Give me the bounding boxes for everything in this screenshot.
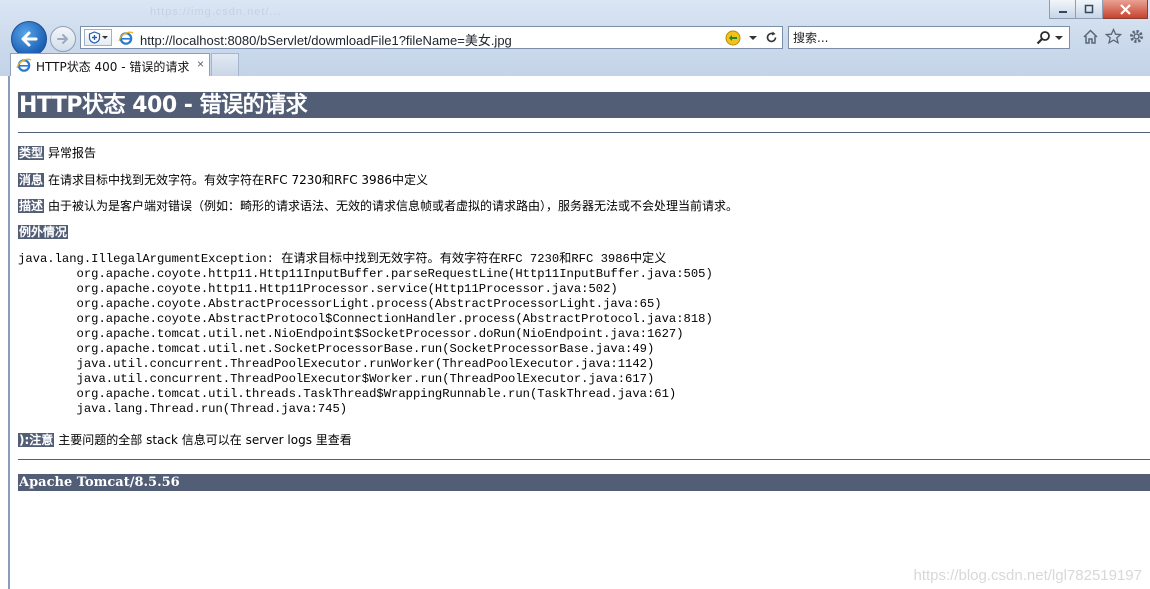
search-actions <box>1036 30 1063 45</box>
server-info: Apache Tomcat/8.5.56 <box>18 474 1150 491</box>
dropdown-chevron-icon[interactable] <box>749 35 757 41</box>
page-content: HTTP状态 400 - 错误的请求 类型 异常报告 消息 在请求目标中找到无效字符… <box>10 76 1150 589</box>
compatibility-view-button[interactable] <box>84 29 112 46</box>
description-value: 由于被认为是客户端对错误（例如：畸形的请求语法、无效的请求信息帧或者虚拟的请求路… <box>48 199 739 213</box>
note-value: 主要问题的全部 stack 信息可以在 server logs 里查看 <box>58 433 352 447</box>
compat-status-icon[interactable] <box>725 30 741 46</box>
address-bar[interactable]: http://localhost:8080/bServlet/dowmloadF… <box>80 26 783 49</box>
tools-button[interactable] <box>1128 28 1145 45</box>
close-icon <box>1119 3 1131 15</box>
description-label: 描述 <box>18 199 45 213</box>
search-dropdown-icon[interactable] <box>1055 35 1063 41</box>
tab-close-button[interactable]: × <box>197 57 204 71</box>
address-bar-actions <box>725 29 778 46</box>
note-label: ):注意 <box>18 433 55 447</box>
chevron-down-icon <box>102 35 109 39</box>
type-row: 类型 异常报告 <box>18 146 96 161</box>
message-row: 消息 在请求目标中找到无效字符。有效字符在RFC 7230和RFC 3986中定义 <box>18 173 428 188</box>
watermark: https://blog.csdn.net/lgl782519197 <box>913 567 1142 584</box>
compatibility-icon <box>88 31 100 44</box>
maximize-icon <box>1084 4 1094 14</box>
message-value: 在请求目标中找到无效字符。有效字符在RFC 7230和RFC 3986中定义 <box>48 173 428 187</box>
forward-button[interactable] <box>50 26 76 52</box>
search-input[interactable] <box>793 29 1023 46</box>
tab-bar: HTTP状态 400 - 错误的请求 × <box>0 52 1150 76</box>
exception-label: 例外情况 <box>18 225 69 239</box>
exception-row: 例外情况 <box>18 225 72 240</box>
window-controls <box>1049 0 1148 19</box>
tab-title: HTTP状态 400 - 错误的请求 <box>36 60 190 74</box>
stack-trace: java.lang.IllegalArgumentException: 在请求目… <box>18 252 713 416</box>
type-value: 异常报告 <box>48 146 97 160</box>
favorites-star-icon <box>1105 28 1122 45</box>
gear-icon <box>1130 30 1143 43</box>
tab-active[interactable]: HTTP状态 400 - 错误的请求 × <box>10 53 210 76</box>
note-row: ):注意 主要问题的全部 stack 信息可以在 server logs 里查看 <box>18 433 352 448</box>
search-box[interactable] <box>788 26 1070 49</box>
ie-logo-icon <box>118 31 134 45</box>
ie-tab-icon <box>16 58 32 72</box>
divider-bottom <box>18 459 1150 460</box>
new-tab-button[interactable] <box>211 53 239 76</box>
close-window-button[interactable] <box>1103 0 1148 19</box>
favorites-button[interactable] <box>1105 28 1122 45</box>
minimize-icon <box>1058 11 1067 13</box>
back-arrow-icon <box>21 31 38 47</box>
home-button[interactable] <box>1082 28 1099 45</box>
search-icon[interactable] <box>1036 30 1051 45</box>
page-title: HTTP状态 400 - 错误的请求 <box>18 92 1150 118</box>
toolbar-icons <box>1082 28 1145 45</box>
maximize-button[interactable] <box>1076 0 1103 19</box>
window-title: https://img.csdn.net/... <box>150 6 282 18</box>
message-label: 消息 <box>18 173 45 187</box>
address-url[interactable]: http://localhost:8080/bServlet/dowmloadF… <box>140 30 512 49</box>
home-icon <box>1083 29 1098 44</box>
refresh-icon[interactable] <box>765 31 778 44</box>
description-row: 描述 由于被认为是客户端对错误（例如：畸形的请求语法、无效的请求信息帧或者虚拟的请… <box>18 199 738 214</box>
divider <box>18 132 1150 133</box>
minimize-button[interactable] <box>1049 0 1076 19</box>
forward-arrow-icon <box>57 34 68 44</box>
type-label: 类型 <box>18 146 45 160</box>
browser-chrome: https://img.csdn.net/... http://localhos… <box>0 0 1150 76</box>
